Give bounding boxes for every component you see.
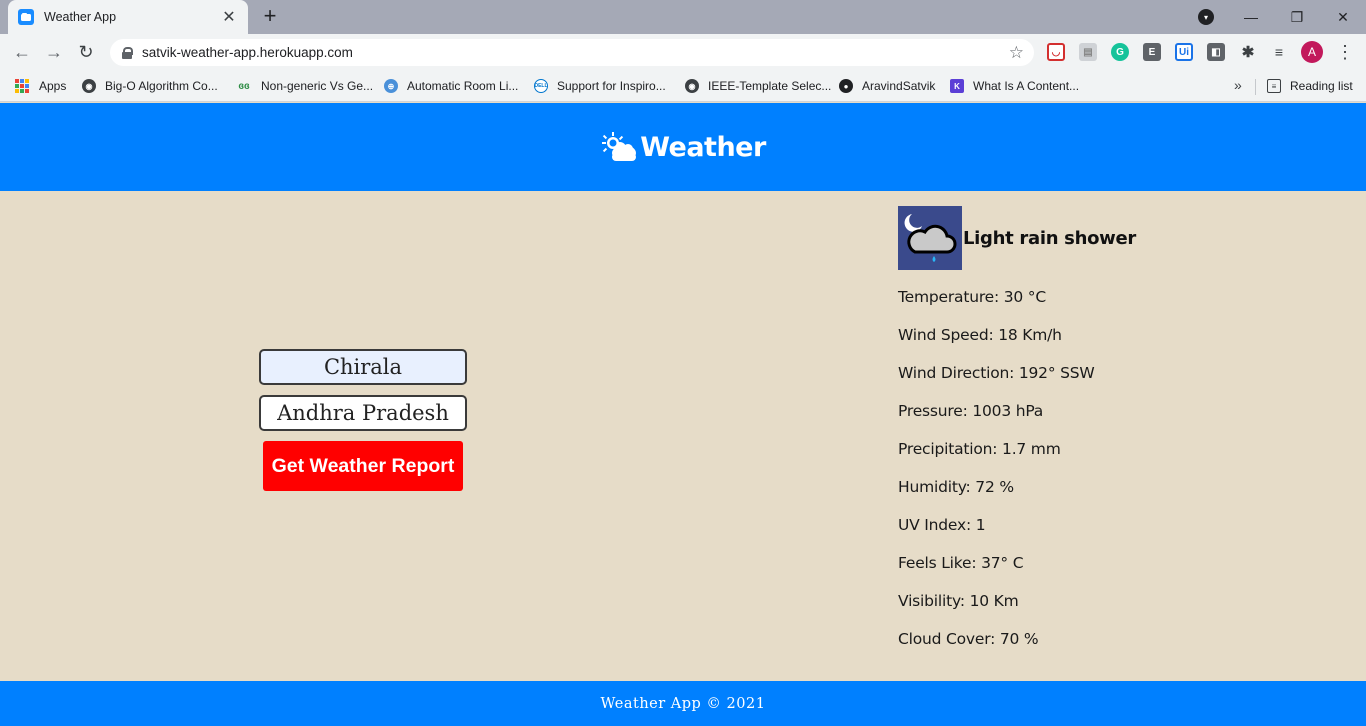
browser-menu-icon[interactable]: ⋮ <box>1336 40 1354 64</box>
condition-text: Light rain shower <box>963 227 1136 249</box>
bookmark-label: AravindSatvik <box>862 79 936 93</box>
bookmark-label: Automatic Room Li... <box>407 79 519 93</box>
temperature-stat: Temperature: 30 °C <box>898 288 1046 306</box>
globe-icon: ◉ <box>685 79 699 93</box>
extension-copy-icon[interactable]: ▤ <box>1079 43 1097 61</box>
uv-index-stat: UV Index: 1 <box>898 516 986 534</box>
lock-icon[interactable] <box>122 46 133 59</box>
reading-list-label: Reading list <box>1290 79 1353 93</box>
profile-avatar[interactable]: A <box>1301 41 1323 63</box>
gfg-icon: ɞɞ <box>238 80 250 92</box>
site-logo[interactable]: Weather <box>600 131 766 163</box>
extension-cast-icon[interactable]: ◧ <box>1207 43 1225 61</box>
bookmark-star-icon[interactable]: ☆ <box>1009 43 1024 63</box>
bookmark-label: What Is A Content... <box>973 79 1080 93</box>
weather-app-favicon-icon <box>18 9 34 25</box>
media-control-icon[interactable]: ≡ <box>1270 43 1288 61</box>
location-form: Get Weather Report <box>259 349 467 491</box>
site-header: Weather <box>0 103 1366 191</box>
bookmark-big-o[interactable]: ◉ Big-O Algorithm Co... <box>82 77 218 95</box>
wind-direction-stat: Wind Direction: 192° SSW <box>898 364 1095 382</box>
close-window-button[interactable]: ✕ <box>1320 0 1366 34</box>
globe-blue-icon: ⊕ <box>384 79 398 93</box>
reading-list-icon: ≡ <box>1267 79 1281 93</box>
visibility-stat: Visibility: 10 Km <box>898 592 1019 610</box>
reload-button[interactable]: ↻ <box>74 40 98 64</box>
address-bar[interactable]: satvik-weather-app.herokuapp.com ☆ <box>110 39 1034 66</box>
tab-close-icon[interactable]: ✕ <box>220 7 238 27</box>
weather-stats-list: Temperature: 30 °C Wind Speed: 18 Km/h W… <box>898 278 1318 658</box>
bookmark-content[interactable]: K What Is A Content... <box>950 77 1079 95</box>
dell-icon: DELL <box>534 79 548 93</box>
precipitation-stat: Precipitation: 1.7 mm <box>898 440 1061 458</box>
bookmarks-divider <box>1255 79 1256 95</box>
k-icon: K <box>950 79 964 93</box>
cloud-cover-stat: Cloud Cover: 70 % <box>898 630 1039 648</box>
back-button[interactable]: ← <box>10 40 34 64</box>
sun-cloud-icon <box>602 132 637 161</box>
bookmark-support-inspiron[interactable]: DELL Support for Inspiro... <box>534 77 666 95</box>
bookmark-apps[interactable]: Apps <box>15 77 66 95</box>
browser-tab[interactable]: Weather App ✕ <box>8 0 248 34</box>
site-footer: Weather App © 2021 <box>0 681 1366 726</box>
bookmark-label: Support for Inspiro... <box>557 79 666 93</box>
city-input[interactable] <box>259 349 467 385</box>
url-text[interactable]: satvik-weather-app.herokuapp.com <box>142 45 1009 60</box>
tab-search-icon[interactable]: ▾ <box>1198 9 1214 25</box>
bookmark-non-generic[interactable]: ɞɞ Non-generic Vs Ge... <box>236 77 373 95</box>
get-weather-report-button[interactable]: Get Weather Report <box>263 441 463 491</box>
site-title: Weather <box>640 131 766 163</box>
more-bookmarks-icon[interactable]: » <box>1234 77 1242 93</box>
restore-button[interactable]: ❐ <box>1274 0 1320 34</box>
minimize-button[interactable]: — <box>1228 0 1274 34</box>
bookmark-label: Apps <box>39 79 67 93</box>
bookmark-label: IEEE-Template Selec... <box>708 79 832 93</box>
extension-shield-icon[interactable]: ◡ <box>1047 43 1065 61</box>
globe-icon: ◉ <box>82 79 96 93</box>
bookmark-automatic-room[interactable]: ⊕ Automatic Room Li... <box>384 77 518 95</box>
tab-title: Weather App <box>44 10 117 24</box>
extensions-puzzle-icon[interactable]: ✱ <box>1239 43 1257 61</box>
browser-toolbar: ← → ↻ satvik-weather-app.herokuapp.com ☆… <box>0 34 1366 70</box>
apps-grid-icon <box>15 79 29 93</box>
grammarly-icon[interactable]: G <box>1111 43 1129 61</box>
github-icon: ● <box>839 79 853 93</box>
reading-list-button[interactable]: ≡ Reading list <box>1267 77 1353 95</box>
bookmark-ieee-template[interactable]: ◉ IEEE-Template Selec... <box>685 77 831 95</box>
extension-ui-icon[interactable]: Ui <box>1175 43 1193 61</box>
weather-report: Light rain shower Temperature: 30 °C Win… <box>898 206 1318 658</box>
bookmark-label: Non-generic Vs Ge... <box>261 79 374 93</box>
bookmark-label: Big-O Algorithm Co... <box>105 79 218 93</box>
pressure-stat: Pressure: 1003 hPa <box>898 402 1044 420</box>
state-input[interactable] <box>259 395 467 431</box>
wind-speed-stat: Wind Speed: 18 Km/h <box>898 326 1062 344</box>
humidity-stat: Humidity: 72 % <box>898 478 1014 496</box>
footer-copyright: Weather App © 2021 <box>600 695 766 712</box>
new-tab-button[interactable]: + <box>258 5 282 29</box>
extension-e-icon[interactable]: E <box>1143 43 1161 61</box>
bookmarks-bar: Apps ◉ Big-O Algorithm Co... ɞɞ Non-gene… <box>0 70 1366 102</box>
feels-like-stat: Feels Like: 37° C <box>898 554 1024 572</box>
bookmark-aravindsatvik[interactable]: ● AravindSatvik <box>839 77 935 95</box>
forward-button[interactable]: → <box>42 40 66 64</box>
browser-tabstrip: Weather App ✕ + ▾ — ❐ ✕ <box>0 0 1366 34</box>
night-rain-cloud-icon <box>898 206 962 270</box>
weather-condition: Light rain shower <box>898 206 1318 270</box>
